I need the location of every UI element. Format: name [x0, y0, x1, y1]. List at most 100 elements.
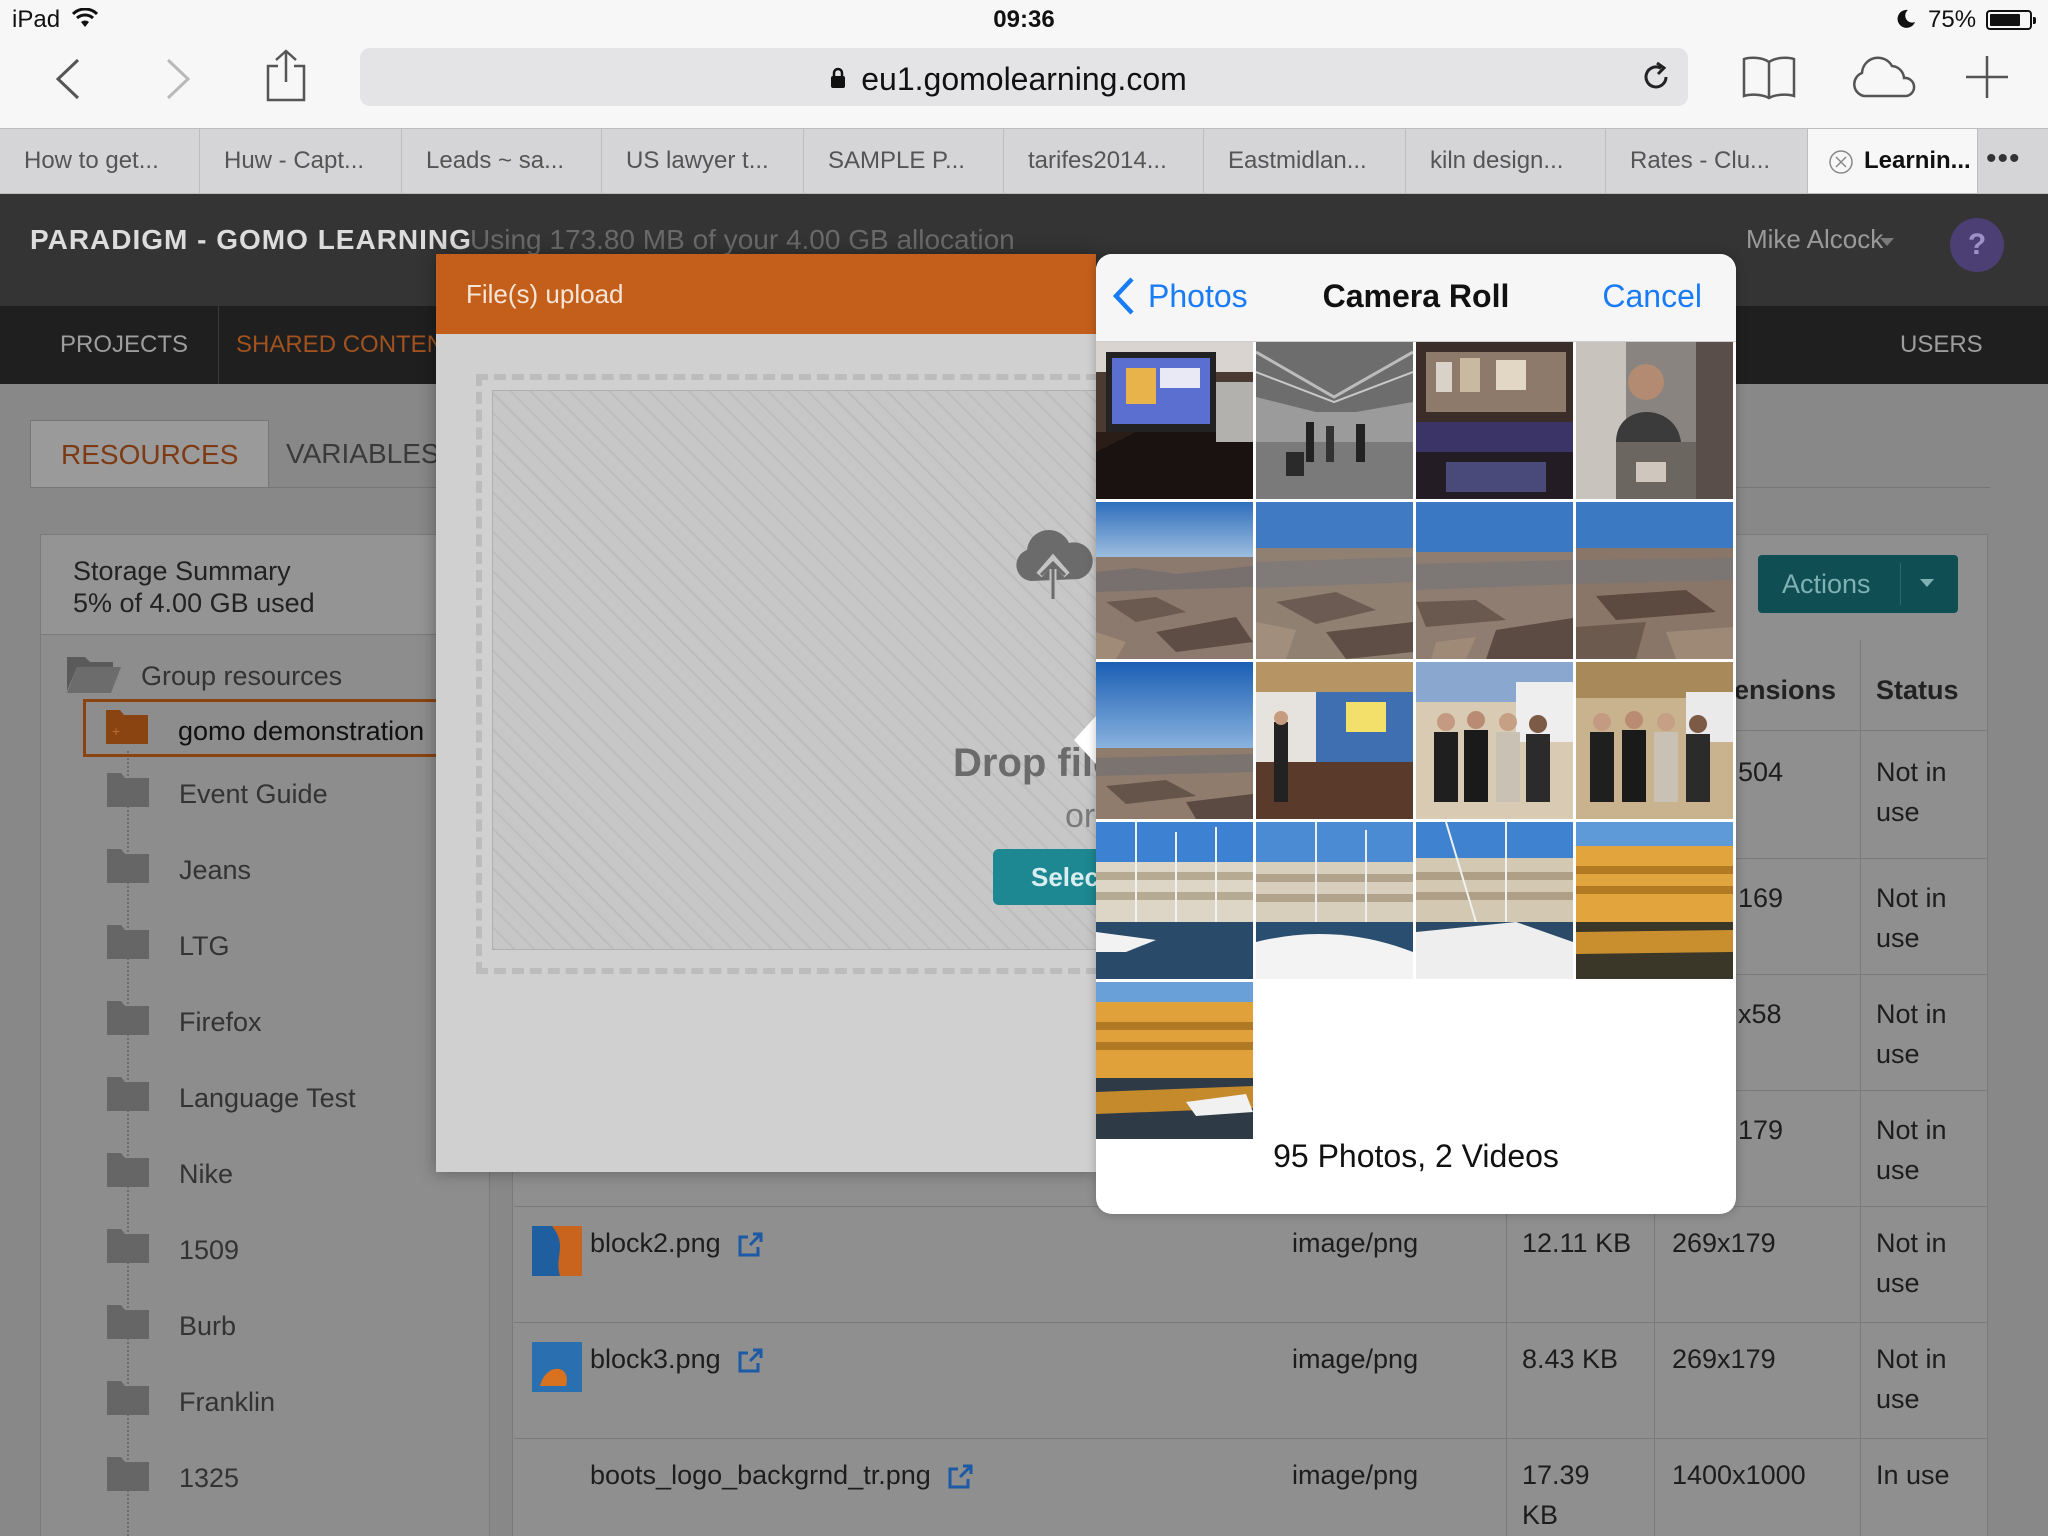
photo-thumbnail-harbor-sunset[interactable] — [1096, 982, 1253, 1139]
column-divider — [1860, 640, 1861, 1536]
folder-group-resources[interactable]: Group resources — [41, 647, 491, 705]
close-tab-icon[interactable] — [1828, 149, 1854, 175]
folder-ltg[interactable]: LTG — [41, 917, 491, 975]
photo-thumbnail-aerial[interactable] — [1096, 502, 1253, 659]
tab-rates[interactable]: Rates - Clu... — [1606, 129, 1808, 193]
photo-thumbnail-person[interactable] — [1576, 342, 1733, 499]
photo-thumbnail-harbor-sunset[interactable] — [1576, 822, 1733, 979]
more-tabs-icon[interactable]: ••• — [1986, 129, 2021, 189]
cell-size: 17.39 KB — [1522, 1460, 1590, 1530]
divider — [1900, 563, 1901, 605]
photo-thumbnail-harbor[interactable] — [1416, 822, 1573, 979]
table-row-file-name[interactable]: boots_logo_backgrnd_tr.png — [590, 1455, 974, 1495]
caret-down-icon[interactable] — [1920, 579, 1934, 587]
column-divider — [1654, 1206, 1655, 1536]
photo-thumbnail-harbor[interactable] — [1096, 822, 1253, 979]
folder-firefox[interactable]: Firefox — [41, 993, 491, 1051]
reload-icon[interactable] — [1640, 61, 1672, 93]
cell-size: 12.11 KB — [1522, 1228, 1632, 1258]
tab-eastmidlands[interactable]: Eastmidlan... — [1204, 129, 1406, 193]
table-row-file-name[interactable]: block2.png — [590, 1223, 764, 1263]
cell-type: image/png — [1292, 1344, 1419, 1374]
user-menu[interactable]: Mike Alcock — [1746, 224, 1883, 255]
cell-status: Not in use — [1876, 757, 1947, 827]
folder-label: Burb — [179, 1311, 237, 1341]
photo-thumbnail-aerial[interactable] — [1256, 502, 1413, 659]
cell-status: Not in use — [1876, 999, 1947, 1069]
cloud-upload-icon — [1011, 525, 1095, 601]
photo-count: 95 Photos, 2 Videos — [1273, 1138, 1559, 1174]
folder-icon — [105, 997, 151, 1037]
cancel-button[interactable]: Cancel — [1602, 278, 1702, 315]
icloud-tabs-icon[interactable] — [1848, 56, 1918, 100]
drop-area[interactable]: Drop files or Select files — [492, 390, 1143, 950]
folder-label: Firefox — [179, 1007, 262, 1037]
external-link-icon[interactable] — [736, 1347, 764, 1375]
tab-kiln-design[interactable]: kiln design... — [1406, 129, 1606, 193]
cell-dimensions: 179 — [1738, 1115, 1784, 1145]
tab-resources[interactable]: RESOURCES — [30, 420, 270, 488]
nav-users[interactable]: USERS — [1870, 306, 2013, 384]
folder-icon — [105, 921, 151, 961]
tab-learning-active[interactable]: Learnin... — [1808, 129, 1978, 193]
external-link-icon[interactable] — [736, 1231, 764, 1259]
photo-thumbnail-aerial[interactable] — [1576, 502, 1733, 659]
clock: 09:36 — [993, 6, 1055, 33]
photo-thumbnail-laptop[interactable] — [1096, 342, 1253, 499]
tab-title: Huw - Capt... — [224, 147, 365, 174]
photo-thumbnail-group[interactable] — [1416, 662, 1573, 819]
status-bar: iPad 09:36 75% — [0, 0, 2048, 40]
tab-sample[interactable]: SAMPLE P... — [804, 129, 1004, 193]
browser-toolbar: eu1.gomolearning.com — [0, 40, 2048, 128]
or-text: or — [1065, 797, 1096, 835]
tab-title: SAMPLE P... — [828, 147, 965, 174]
popover-arrow — [1074, 716, 1096, 764]
folder-1509[interactable]: 1509 — [41, 1221, 491, 1279]
reading-list-icon[interactable] — [1742, 54, 1796, 100]
drop-zone[interactable]: Drop files or Select files — [476, 374, 1143, 974]
folder-franklin[interactable]: Franklin — [41, 1373, 491, 1431]
table-row-file-name[interactable]: block3.png — [590, 1339, 764, 1379]
storage-summary-title: Storage Summary — [73, 556, 291, 586]
column-header-dimensions[interactable]: ensions — [1734, 675, 1836, 706]
column-header-status[interactable]: Status — [1876, 675, 1959, 706]
folder-gomo-demonstration[interactable]: + gomo demonstration — [83, 699, 493, 757]
new-tab-plus-icon[interactable] — [1964, 54, 2010, 100]
photo-thumbnail-aerial[interactable] — [1096, 662, 1253, 819]
folder-language-test[interactable]: Language Test — [41, 1069, 491, 1127]
external-link-icon[interactable] — [946, 1463, 974, 1491]
photo-thumbnail-harbor[interactable] — [1256, 822, 1413, 979]
folder-icon — [105, 1301, 151, 1341]
tab-leads[interactable]: Leads ~ sa... — [402, 129, 602, 193]
folder-burb[interactable]: Burb — [41, 1297, 491, 1355]
open-folder-icon — [65, 651, 123, 695]
nav-projects[interactable]: PROJECTS — [30, 306, 220, 384]
folder-icon — [105, 1453, 151, 1493]
help-button[interactable]: ? — [1950, 218, 2004, 272]
address-bar[interactable]: eu1.gomolearning.com — [360, 48, 1688, 106]
brand-title: PARADIGM - GOMO LEARNING — [30, 224, 472, 255]
chevron-down-icon[interactable] — [1880, 238, 1894, 246]
photo-thumbnail-aerial[interactable] — [1416, 502, 1573, 659]
folder-icon — [105, 845, 151, 885]
actions-button[interactable]: Actions — [1758, 555, 1958, 613]
back-arrow-icon[interactable] — [52, 56, 82, 102]
tab-huw-capt[interactable]: Huw - Capt... — [200, 129, 402, 193]
tab-how-to-get[interactable]: How to get... — [0, 129, 200, 193]
photo-thumbnail-group[interactable] — [1576, 662, 1733, 819]
tab-title: Eastmidlan... — [1228, 147, 1367, 174]
tab-title: tarifes2014... — [1028, 147, 1167, 174]
file-upload-dialog: File(s) upload Drop files or Select file… — [436, 254, 1143, 1172]
photo-thumbnail-cafe[interactable] — [1416, 342, 1573, 499]
tab-tarifes[interactable]: tarifes2014... — [1004, 129, 1204, 193]
tab-us-lawyer[interactable]: US lawyer t... — [602, 129, 804, 193]
folder-event-guide[interactable]: Event Guide — [41, 765, 491, 823]
share-icon[interactable] — [264, 48, 308, 104]
photo-thumbnail-expo[interactable] — [1256, 662, 1413, 819]
folder-1325[interactable]: 1325 — [41, 1449, 491, 1507]
folder-nike[interactable]: Nike — [41, 1145, 491, 1203]
photo-thumbnail-hall[interactable] — [1256, 342, 1413, 499]
forward-arrow-icon[interactable] — [164, 56, 194, 102]
folder-jeans[interactable]: Jeans — [41, 841, 491, 899]
tab-title: Leads ~ sa... — [426, 147, 565, 174]
